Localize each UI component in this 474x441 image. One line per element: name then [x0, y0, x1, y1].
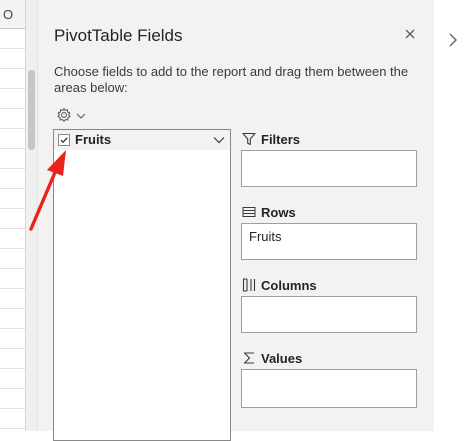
row-gridline: [0, 328, 25, 329]
gear-icon: [57, 107, 71, 122]
values-drop-zone[interactable]: [241, 369, 417, 408]
row-gridline: [0, 368, 25, 369]
field-label: Fruits: [75, 132, 112, 147]
chevron-down-icon[interactable]: [213, 135, 225, 145]
pane-title: PivotTable Fields: [54, 26, 183, 45]
row-gridline: [0, 168, 25, 169]
column-header[interactable]: O: [0, 0, 25, 29]
row-gridline: [0, 428, 25, 429]
row-gridline: [0, 68, 25, 69]
close-button[interactable]: [401, 25, 419, 43]
checkmark-icon: [60, 137, 68, 144]
chevron-right-icon[interactable]: [445, 30, 461, 50]
filters-drop-zone[interactable]: [241, 150, 417, 187]
rows-drop-zone[interactable]: Fruits: [241, 223, 417, 260]
row-gridline: [0, 108, 25, 109]
columns-drop-zone[interactable]: [241, 296, 417, 333]
rows-area-label: Rows: [261, 205, 296, 220]
row-gridline: [0, 48, 25, 49]
columns-area-label: Columns: [261, 278, 317, 293]
close-icon: [405, 29, 415, 39]
filters-area-label: Filters: [261, 132, 301, 147]
vertical-scrollbar[interactable]: [26, 0, 38, 431]
row-gridline: [0, 88, 25, 89]
row-gridline: [0, 408, 25, 409]
row-gridline: [0, 268, 25, 269]
field-item-fruits[interactable]: Fruits: [54, 130, 230, 150]
row-gridline: [0, 248, 25, 249]
sigma-icon: [243, 352, 254, 364]
row-gridline: [0, 388, 25, 389]
rows-field-item[interactable]: Fruits: [249, 229, 282, 244]
tools-button[interactable]: [56, 106, 90, 124]
row-gridline: [0, 228, 25, 229]
row-gridline: [0, 148, 25, 149]
values-area-label: Values: [261, 351, 303, 366]
pane-expander: [434, 0, 474, 431]
row-gridline: [0, 308, 25, 309]
column-letter: O: [3, 7, 14, 22]
pivottable-fields-pane: PivotTable Fields Choose fields to add t…: [38, 0, 434, 441]
row-gridline: [0, 348, 25, 349]
chevron-down-icon: [76, 113, 86, 119]
row-gridline: [0, 188, 25, 189]
pane-description: Choose fields to add to the report and d…: [54, 64, 409, 95]
columns-icon: [242, 278, 256, 292]
row-gridline: [0, 128, 25, 129]
rows-icon: [242, 206, 256, 218]
filter-icon: [242, 132, 256, 146]
field-checkbox[interactable]: [58, 134, 70, 146]
scrollbar-thumb[interactable]: [28, 70, 35, 150]
row-gridline: [0, 208, 25, 209]
row-gridline: [0, 288, 25, 289]
field-list[interactable]: Fruits: [53, 129, 231, 441]
spreadsheet-grid[interactable]: O: [0, 0, 26, 431]
